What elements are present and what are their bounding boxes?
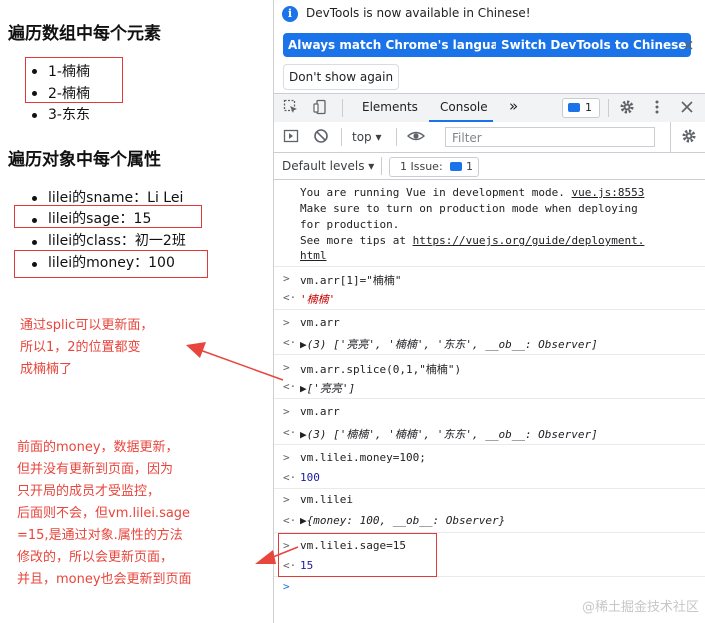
arrow-to-splice xyxy=(186,342,284,381)
arrow-from-sage xyxy=(255,546,299,564)
annotation-arrows xyxy=(186,342,299,564)
